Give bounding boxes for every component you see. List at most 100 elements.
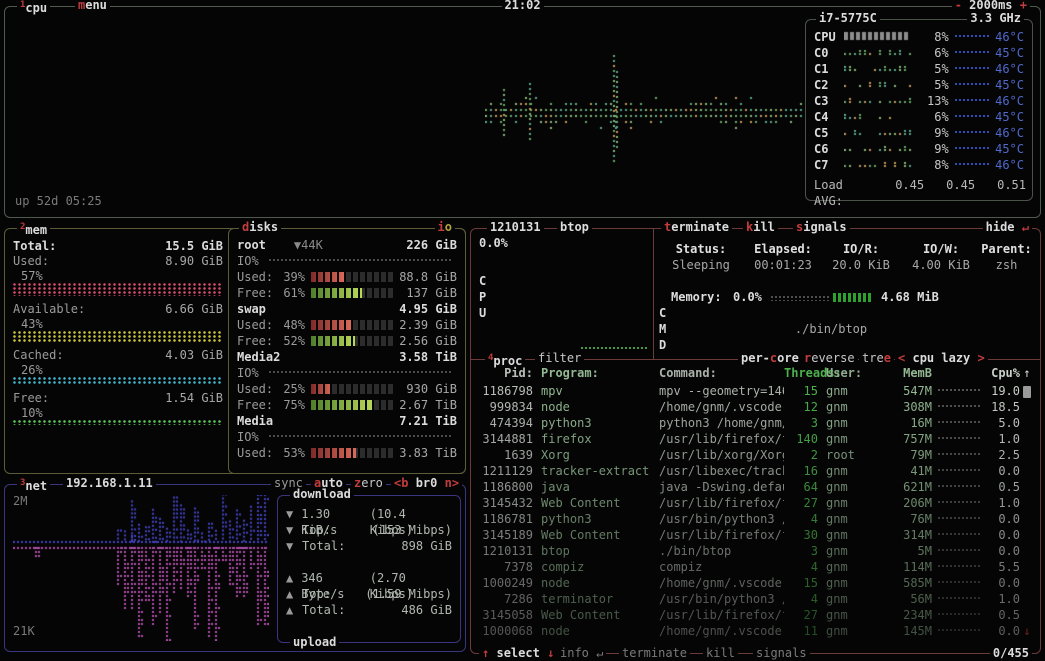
scrollbar-thumb xyxy=(1023,386,1031,398)
disk-io-activity: ▼44K xyxy=(294,237,323,253)
hide-button[interactable]: hide ↵ xyxy=(983,220,1032,235)
reverse-toggle[interactable]: reverse xyxy=(801,351,858,366)
disk-used-meter xyxy=(311,448,395,458)
disk-io-graph xyxy=(269,371,451,375)
process-row[interactable]: 1639 Xorg /usr/lib/xorg/Xorg 2 root 79M … xyxy=(479,447,1034,463)
process-mem: 56M xyxy=(874,591,932,607)
more-rows-icon[interactable]: ↓ xyxy=(1020,623,1034,639)
process-cpu: 5.5 xyxy=(982,559,1020,575)
mem-box-title[interactable]: 2mem xyxy=(17,220,50,238)
process-command: /home/gnm/.vscode-s xyxy=(659,623,784,639)
disks-io-toggle[interactable]: io xyxy=(435,220,455,235)
process-row[interactable]: 3145432 Web Content /usr/lib/firefox/fi … xyxy=(479,495,1034,511)
disks-box-title[interactable]: disks xyxy=(239,220,281,235)
process-mem-graph xyxy=(932,549,982,553)
core-usage-graph xyxy=(844,77,917,93)
process-pid: 3145058 xyxy=(479,607,533,623)
cpu-box: 1cpu menu 21:02 - 2000ms + up 52d 05:25 … xyxy=(4,6,1041,218)
process-program: python3 xyxy=(533,415,659,431)
scrollbar-slot[interactable] xyxy=(1020,385,1034,398)
process-row[interactable]: 1186781 python3 /usr/bin/python3 /h 4 gn… xyxy=(479,511,1034,527)
disk-free-meter xyxy=(311,288,395,298)
process-row[interactable]: 1000249 node /home/gnm/.vscode-s 15 gnm … xyxy=(479,575,1034,591)
process-program: python3 xyxy=(533,511,659,527)
disk-io-row: IO% xyxy=(237,429,457,445)
per-core-toggle[interactable]: per-core xyxy=(738,351,802,366)
core-usage-pct: 13% xyxy=(917,93,949,109)
process-row[interactable]: 474394 python3 python3 /home/gnm/b 3 gnm… xyxy=(479,415,1034,431)
cpu-frequency: 3.3 GHz xyxy=(967,11,1024,26)
process-pid: 3144881 xyxy=(479,431,533,447)
kill-button[interactable]: kill xyxy=(743,220,778,235)
process-command: /usr/lib/xorg/Xorg xyxy=(659,447,784,463)
menu-button[interactable]: menu xyxy=(75,0,110,13)
process-threads: 11 xyxy=(784,623,818,639)
tree-toggle[interactable]: tree xyxy=(859,351,894,366)
net-stats-panel: download upload ▼1.30 KiB/s(10.4 Kibps) … xyxy=(277,495,461,643)
process-threads: 15 xyxy=(784,575,818,591)
process-mem-graph xyxy=(932,565,982,569)
detail-pid: 1210131 xyxy=(487,220,544,235)
detail-memory-meter xyxy=(833,293,873,302)
terminate-button[interactable]: terminate xyxy=(661,220,732,235)
core-row: C4 6% 45°C xyxy=(814,109,1024,125)
process-row[interactable]: 1000068 node /home/gnm/.vscode-s 11 gnm … xyxy=(479,623,1034,639)
process-threads: 2 xyxy=(784,447,818,463)
process-user: gnm xyxy=(818,463,874,479)
process-row[interactable]: 3145058 Web Content /usr/lib/firefox/fi … xyxy=(479,607,1034,623)
process-user: gnm xyxy=(818,543,874,559)
process-user: gnm xyxy=(818,511,874,527)
mem-entry: Available:6.66 GiB 43% xyxy=(13,301,223,342)
process-mem: 41M xyxy=(874,463,932,479)
process-row[interactable]: 7378 compiz compiz 4 gnm 114M 5.5 xyxy=(479,559,1034,575)
filter-button[interactable]: filter xyxy=(535,351,584,366)
process-mem: 585M xyxy=(874,575,932,591)
kill-footer-button[interactable]: kill xyxy=(703,646,738,661)
core-temp-graph xyxy=(955,131,991,135)
process-mem: 5M xyxy=(874,543,932,559)
disk-used-row: Used:53%3.83 TiB xyxy=(237,445,457,461)
process-row[interactable]: 7286 terminator /usr/bin/python3 /u 4 gn… xyxy=(479,591,1034,607)
process-mem-graph xyxy=(932,453,982,457)
down-arrow-icon: ▼ xyxy=(286,506,301,522)
net-bridge-selector[interactable]: <b br0 n> xyxy=(391,476,462,491)
mem-entry-graph xyxy=(13,420,223,425)
net-box-title[interactable]: 3net xyxy=(17,476,50,494)
process-pid: 1186781 xyxy=(479,511,533,527)
process-command: compiz xyxy=(659,559,784,575)
signals-footer-button[interactable]: signals xyxy=(753,646,810,661)
terminate-footer-button[interactable]: terminate xyxy=(619,646,690,661)
cpu-box-title[interactable]: 1cpu xyxy=(17,0,50,16)
up-arrow-icon: ▲ xyxy=(286,570,301,586)
net-scale-top: 2M xyxy=(13,493,27,509)
process-row[interactable]: 1186800 java java -Dswing.defaul 64 gnm … xyxy=(479,479,1034,495)
disk-name-row: root▼44K226 GiB xyxy=(237,237,457,253)
sort-direction-icon[interactable]: ↑ xyxy=(1020,365,1034,381)
process-mem: 308M xyxy=(874,399,932,415)
net-interface-ip[interactable]: 192.168.1.11 xyxy=(63,476,156,491)
process-row[interactable]: 3144881 firefox /usr/lib/firefox/fi 140 … xyxy=(479,431,1034,447)
sort-left-icon[interactable]: < xyxy=(898,351,905,365)
core-temp: 46°C xyxy=(990,93,1024,109)
process-row[interactable]: 3145189 Web Content /usr/lib/firefox/fi … xyxy=(479,527,1034,543)
process-row[interactable]: 1211129 tracker-extract /usr/libexec/tra… xyxy=(479,463,1034,479)
process-program: node xyxy=(533,623,659,639)
process-command: /usr/lib/firefox/fi xyxy=(659,495,784,511)
process-pid: 1211129 xyxy=(479,463,533,479)
sort-selector[interactable]: < cpu lazy > xyxy=(895,351,988,366)
process-command: /usr/libexec/tracke xyxy=(659,463,784,479)
core-list: CPU 8% 46°C C0 6% 45°C C1 5% 46°C xyxy=(814,29,1024,173)
process-threads: 4 xyxy=(784,511,818,527)
sort-right-icon[interactable]: > xyxy=(978,351,985,365)
info-button[interactable]: info ↵ xyxy=(557,646,606,661)
core-row: C1 5% 46°C xyxy=(814,61,1024,77)
process-mem-graph xyxy=(932,597,982,601)
core-row: CPU 8% 46°C xyxy=(814,29,1024,45)
process-row[interactable]: 1210131 btop ./bin/btop 3 gnm 5M 0.0 xyxy=(479,543,1034,559)
refresh-minus-button[interactable]: - xyxy=(955,0,962,12)
process-row[interactable]: 1186798 mpv mpv --geometry=1462 15 gnm 5… xyxy=(479,383,1034,399)
process-row[interactable]: 999834 node /home/gnm/.vscode-s 12 gnm 3… xyxy=(479,399,1034,415)
core-temp: 46°C xyxy=(990,29,1024,45)
net-zero-button[interactable]: zero xyxy=(351,476,386,491)
signals-button[interactable]: signals xyxy=(793,220,850,235)
